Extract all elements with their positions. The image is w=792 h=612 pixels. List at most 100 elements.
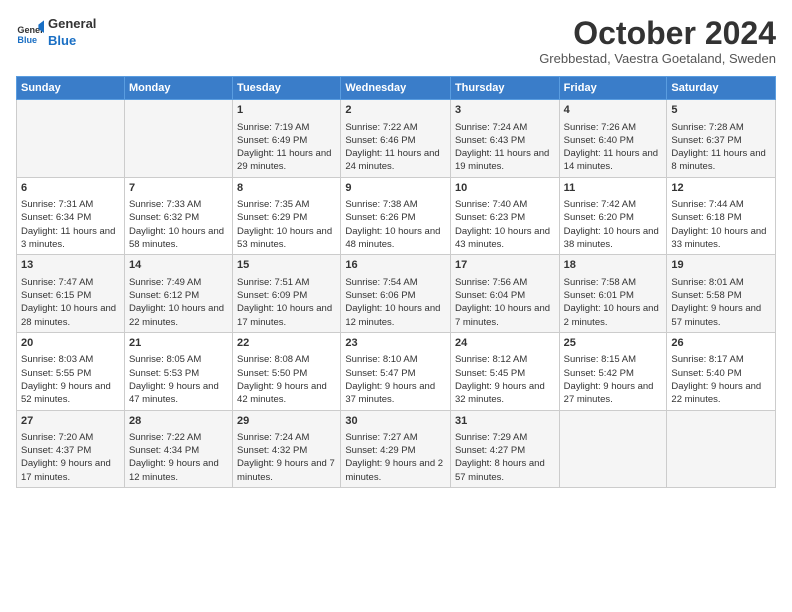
day-content: Sunrise: 7:40 AM Sunset: 6:23 PM Dayligh… xyxy=(455,198,555,251)
day-content: Sunrise: 7:42 AM Sunset: 6:20 PM Dayligh… xyxy=(564,198,663,251)
calendar-cell: 1Sunrise: 7:19 AM Sunset: 6:49 PM Daylig… xyxy=(233,100,341,178)
title-block: October 2024 Grebbestad, Vaestra Goetala… xyxy=(539,16,776,66)
month-title: October 2024 xyxy=(539,16,776,51)
day-number: 30 xyxy=(345,414,446,429)
calendar-cell: 19Sunrise: 8:01 AM Sunset: 5:58 PM Dayli… xyxy=(667,255,776,333)
day-content: Sunrise: 7:56 AM Sunset: 6:04 PM Dayligh… xyxy=(455,276,555,329)
day-number: 28 xyxy=(129,414,228,429)
day-number: 12 xyxy=(671,181,771,196)
calendar-cell: 26 Sunrise: 8:17 AM Sunset: 5:40 PM Dayli… xyxy=(667,332,776,410)
column-header-monday: Monday xyxy=(124,77,232,100)
day-content: Sunrise: 7:24 AM Sunset: 4:32 PM Dayligh… xyxy=(237,431,336,484)
day-content: Sunrise: 7:54 AM Sunset: 6:06 PM Dayligh… xyxy=(345,276,446,329)
calendar-cell: 7 Sunrise: 7:33 AM Sunset: 6:32 PM Daylig… xyxy=(124,177,232,255)
week-row-3: 13 Sunrise: 7:47 AM Sunset: 6:15 PM Dayli… xyxy=(17,255,776,333)
day-number: 27 xyxy=(21,414,120,429)
day-number: 26 xyxy=(671,336,771,351)
calendar-header-row: SundayMondayTuesdayWednesdayThursdayFrid… xyxy=(17,77,776,100)
calendar-cell: 5 Sunrise: 7:28 AM Sunset: 6:37 PM Daylig… xyxy=(667,100,776,178)
calendar-cell: 21 Sunrise: 8:05 AM Sunset: 5:53 PM Dayli… xyxy=(124,332,232,410)
column-header-tuesday: Tuesday xyxy=(233,77,341,100)
day-content: Sunrise: 7:28 AM Sunset: 6:37 PM Dayligh… xyxy=(671,121,771,174)
column-header-saturday: Saturday xyxy=(667,77,776,100)
day-number: 18 xyxy=(564,258,663,273)
calendar-cell: 22Sunrise: 8:08 AM Sunset: 5:50 PM Dayli… xyxy=(233,332,341,410)
day-number: 15 xyxy=(237,258,336,273)
day-content: Sunrise: 7:44 AM Sunset: 6:18 PM Dayligh… xyxy=(671,198,771,251)
day-number: 29 xyxy=(237,414,336,429)
column-header-friday: Friday xyxy=(559,77,667,100)
day-content: Sunrise: 8:15 AM Sunset: 5:42 PM Dayligh… xyxy=(564,353,663,406)
day-content: Sunrise: 8:01 AM Sunset: 5:58 PM Dayligh… xyxy=(671,276,771,329)
page-header: General Blue General Blue October 2024 G… xyxy=(16,16,776,66)
day-content: Sunrise: 7:49 AM Sunset: 6:12 PM Dayligh… xyxy=(129,276,228,329)
day-content: Sunrise: 7:47 AM Sunset: 6:15 PM Dayligh… xyxy=(21,276,120,329)
calendar-cell: 3 Sunrise: 7:24 AM Sunset: 6:43 PM Daylig… xyxy=(450,100,559,178)
calendar-cell: 13 Sunrise: 7:47 AM Sunset: 6:15 PM Dayli… xyxy=(17,255,125,333)
day-content: Sunrise: 8:12 AM Sunset: 5:45 PM Dayligh… xyxy=(455,353,555,406)
day-number: 2 xyxy=(345,103,446,118)
week-row-1: 1Sunrise: 7:19 AM Sunset: 6:49 PM Daylig… xyxy=(17,100,776,178)
calendar-cell: 12 Sunrise: 7:44 AM Sunset: 6:18 PM Dayli… xyxy=(667,177,776,255)
day-content: Sunrise: 7:31 AM Sunset: 6:34 PM Dayligh… xyxy=(21,198,120,251)
day-number: 22 xyxy=(237,336,336,351)
day-number: 20 xyxy=(21,336,120,351)
day-number: 7 xyxy=(129,181,228,196)
calendar-cell: 20Sunrise: 8:03 AM Sunset: 5:55 PM Dayli… xyxy=(17,332,125,410)
day-content: Sunrise: 7:27 AM Sunset: 4:29 PM Dayligh… xyxy=(345,431,446,484)
day-content: Sunrise: 7:58 AM Sunset: 6:01 PM Dayligh… xyxy=(564,276,663,329)
calendar-cell: 8 Sunrise: 7:35 AM Sunset: 6:29 PM Daylig… xyxy=(233,177,341,255)
day-content: Sunrise: 8:17 AM Sunset: 5:40 PM Dayligh… xyxy=(671,353,771,406)
day-number: 3 xyxy=(455,103,555,118)
column-header-thursday: Thursday xyxy=(450,77,559,100)
day-number: 24 xyxy=(455,336,555,351)
day-number: 21 xyxy=(129,336,228,351)
calendar-cell: 17Sunrise: 7:56 AM Sunset: 6:04 PM Dayli… xyxy=(450,255,559,333)
day-number: 14 xyxy=(129,258,228,273)
calendar-cell xyxy=(667,410,776,488)
day-content: Sunrise: 7:22 AM Sunset: 6:46 PM Dayligh… xyxy=(345,121,446,174)
day-content: Sunrise: 7:20 AM Sunset: 4:37 PM Dayligh… xyxy=(21,431,120,484)
calendar-cell: 29 Sunrise: 7:24 AM Sunset: 4:32 PM Dayli… xyxy=(233,410,341,488)
calendar-cell: 30 Sunrise: 7:27 AM Sunset: 4:29 PM Dayli… xyxy=(341,410,451,488)
day-number: 5 xyxy=(671,103,771,118)
calendar-table: SundayMondayTuesdayWednesdayThursdayFrid… xyxy=(16,76,776,488)
logo: General Blue General Blue xyxy=(16,16,96,50)
day-content: Sunrise: 7:33 AM Sunset: 6:32 PM Dayligh… xyxy=(129,198,228,251)
day-number: 4 xyxy=(564,103,663,118)
week-row-4: 20Sunrise: 8:03 AM Sunset: 5:55 PM Dayli… xyxy=(17,332,776,410)
column-header-wednesday: Wednesday xyxy=(341,77,451,100)
day-number: 25 xyxy=(564,336,663,351)
svg-text:Blue: Blue xyxy=(17,35,37,45)
day-number: 13 xyxy=(21,258,120,273)
calendar-cell: 31 Sunrise: 7:29 AM Sunset: 4:27 PM Dayli… xyxy=(450,410,559,488)
day-content: Sunrise: 7:51 AM Sunset: 6:09 PM Dayligh… xyxy=(237,276,336,329)
logo-line1: General xyxy=(48,16,96,33)
day-content: Sunrise: 7:29 AM Sunset: 4:27 PM Dayligh… xyxy=(455,431,555,484)
day-number: 16 xyxy=(345,258,446,273)
calendar-cell: 16 Sunrise: 7:54 AM Sunset: 6:06 PM Dayli… xyxy=(341,255,451,333)
calendar-cell xyxy=(559,410,667,488)
day-content: Sunrise: 7:35 AM Sunset: 6:29 PM Dayligh… xyxy=(237,198,336,251)
day-number: 31 xyxy=(455,414,555,429)
day-number: 23 xyxy=(345,336,446,351)
calendar-cell: 25 Sunrise: 8:15 AM Sunset: 5:42 PM Dayli… xyxy=(559,332,667,410)
day-content: Sunrise: 7:22 AM Sunset: 4:34 PM Dayligh… xyxy=(129,431,228,484)
day-content: Sunrise: 7:38 AM Sunset: 6:26 PM Dayligh… xyxy=(345,198,446,251)
logo-icon: General Blue xyxy=(16,19,44,47)
calendar-cell: 15 Sunrise: 7:51 AM Sunset: 6:09 PM Dayli… xyxy=(233,255,341,333)
calendar-cell: 14 Sunrise: 7:49 AM Sunset: 6:12 PM Dayli… xyxy=(124,255,232,333)
day-number: 8 xyxy=(237,181,336,196)
week-row-5: 27 Sunrise: 7:20 AM Sunset: 4:37 PM Dayli… xyxy=(17,410,776,488)
day-number: 10 xyxy=(455,181,555,196)
day-number: 1 xyxy=(237,103,336,118)
calendar-cell: 24 Sunrise: 8:12 AM Sunset: 5:45 PM Dayli… xyxy=(450,332,559,410)
calendar-body: 1Sunrise: 7:19 AM Sunset: 6:49 PM Daylig… xyxy=(17,100,776,488)
day-number: 9 xyxy=(345,181,446,196)
day-content: Sunrise: 8:05 AM Sunset: 5:53 PM Dayligh… xyxy=(129,353,228,406)
week-row-2: 6Sunrise: 7:31 AM Sunset: 6:34 PM Daylig… xyxy=(17,177,776,255)
day-content: Sunrise: 7:24 AM Sunset: 6:43 PM Dayligh… xyxy=(455,121,555,174)
calendar-cell xyxy=(124,100,232,178)
calendar-cell: 10 Sunrise: 7:40 AM Sunset: 6:23 PM Dayli… xyxy=(450,177,559,255)
calendar-cell: 28 Sunrise: 7:22 AM Sunset: 4:34 PM Dayli… xyxy=(124,410,232,488)
